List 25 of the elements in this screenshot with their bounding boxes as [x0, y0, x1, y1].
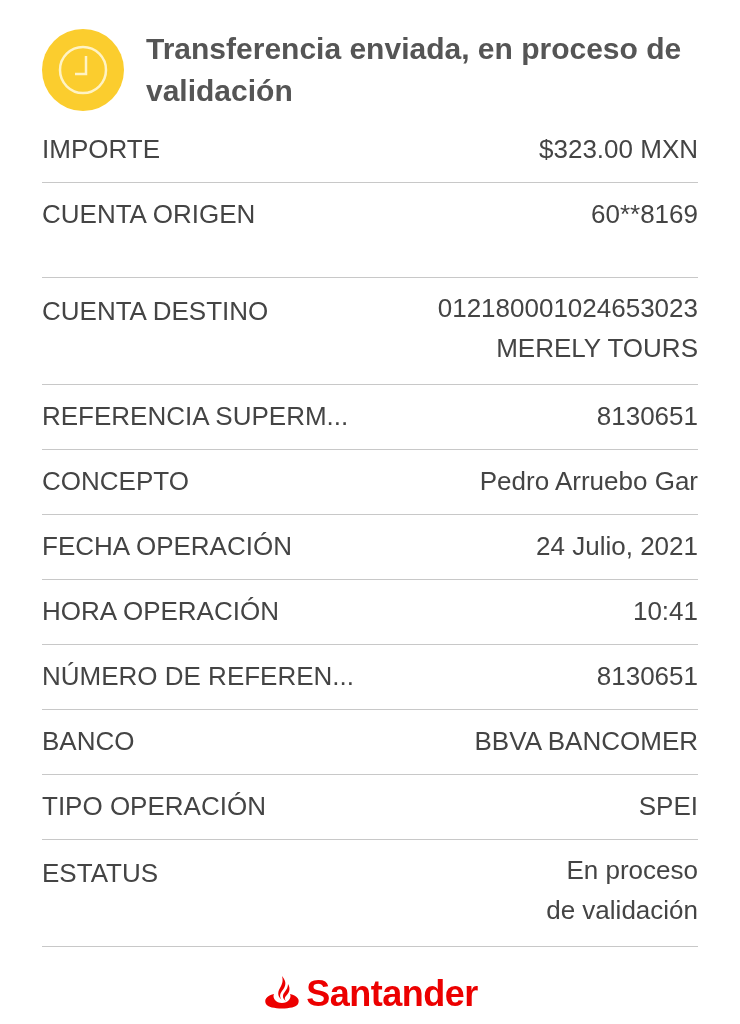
clock-icon [42, 29, 124, 111]
detail-value: 8130651 [596, 400, 698, 433]
detail-label: CUENTA DESTINO [42, 295, 269, 328]
detail-value: En proceso de validación [546, 854, 698, 927]
detail-value: SPEI [638, 790, 698, 823]
detail-value: 8130651 [596, 660, 698, 693]
detail-value: BBVA BANCOMER [474, 725, 698, 758]
detail-label: REFERENCIA SUPERM... [42, 400, 349, 433]
detail-label: ESTATUS [42, 857, 159, 890]
detail-label: BANCO [42, 725, 135, 758]
detail-value: 10:41 [632, 595, 698, 628]
detail-label: IMPORTE [42, 133, 160, 166]
detail-value: 012180001024653023 MERELY TOURS [437, 292, 698, 365]
status-title: Transferencia enviada, en proceso de validación [146, 31, 683, 109]
detail-value: 24 Julio, 2021 [536, 530, 698, 563]
detail-value: Pedro Arruebo Gar [479, 465, 698, 498]
detail-value: 60**8169 [591, 198, 698, 231]
brand-logo-text: Santander [306, 973, 478, 1015]
detail-label: HORA OPERACIÓN [42, 595, 279, 628]
detail-label: CONCEPTO [42, 465, 189, 498]
detail-label: NÚMERO DE REFEREN... [42, 660, 355, 693]
detail-label: CUENTA ORIGEN [42, 198, 256, 231]
detail-label: FECHA OPERACIÓN [42, 530, 292, 563]
detail-label: TIPO OPERACIÓN [42, 790, 266, 823]
detail-value: $323.00 MXN [539, 133, 698, 166]
